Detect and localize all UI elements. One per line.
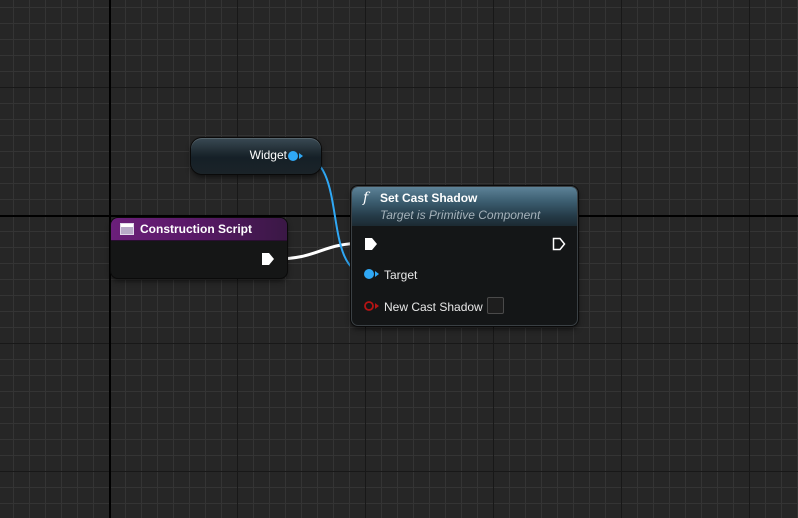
target-pin[interactable] <box>364 269 380 279</box>
set-cast-shadow-node[interactable]: f Set Cast Shadow Target is Primitive Co… <box>351 186 578 326</box>
new-cast-shadow-pin[interactable] <box>364 301 380 311</box>
target-pin-label: Target <box>384 268 418 282</box>
construction-script-header: Construction Script <box>111 218 287 241</box>
exec-in-pin[interactable] <box>364 237 378 251</box>
event-graph-icon <box>120 223 134 235</box>
construction-script-exec-out-pin[interactable] <box>261 252 275 266</box>
widget-variable-node[interactable]: Widget <box>191 138 321 174</box>
exec-out-pin[interactable] <box>552 237 566 251</box>
blueprint-graph-canvas[interactable]: Widget Construction Script f Set Cast Sh… <box>0 0 798 518</box>
widget-variable-label: Widget <box>249 148 287 162</box>
new-cast-shadow-label: New Cast Shadow <box>384 300 483 314</box>
function-icon: f <box>363 190 369 206</box>
construction-script-node[interactable]: Construction Script <box>111 218 287 278</box>
widget-output-pin[interactable] <box>288 151 304 161</box>
set-cast-shadow-subtitle: Target is Primitive Component <box>380 208 541 222</box>
set-cast-shadow-title: Set Cast Shadow <box>380 191 478 205</box>
construction-script-title: Construction Script <box>140 222 253 236</box>
set-cast-shadow-header: f Set Cast Shadow Target is Primitive Co… <box>352 187 577 226</box>
new-cast-shadow-checkbox[interactable] <box>487 297 504 314</box>
